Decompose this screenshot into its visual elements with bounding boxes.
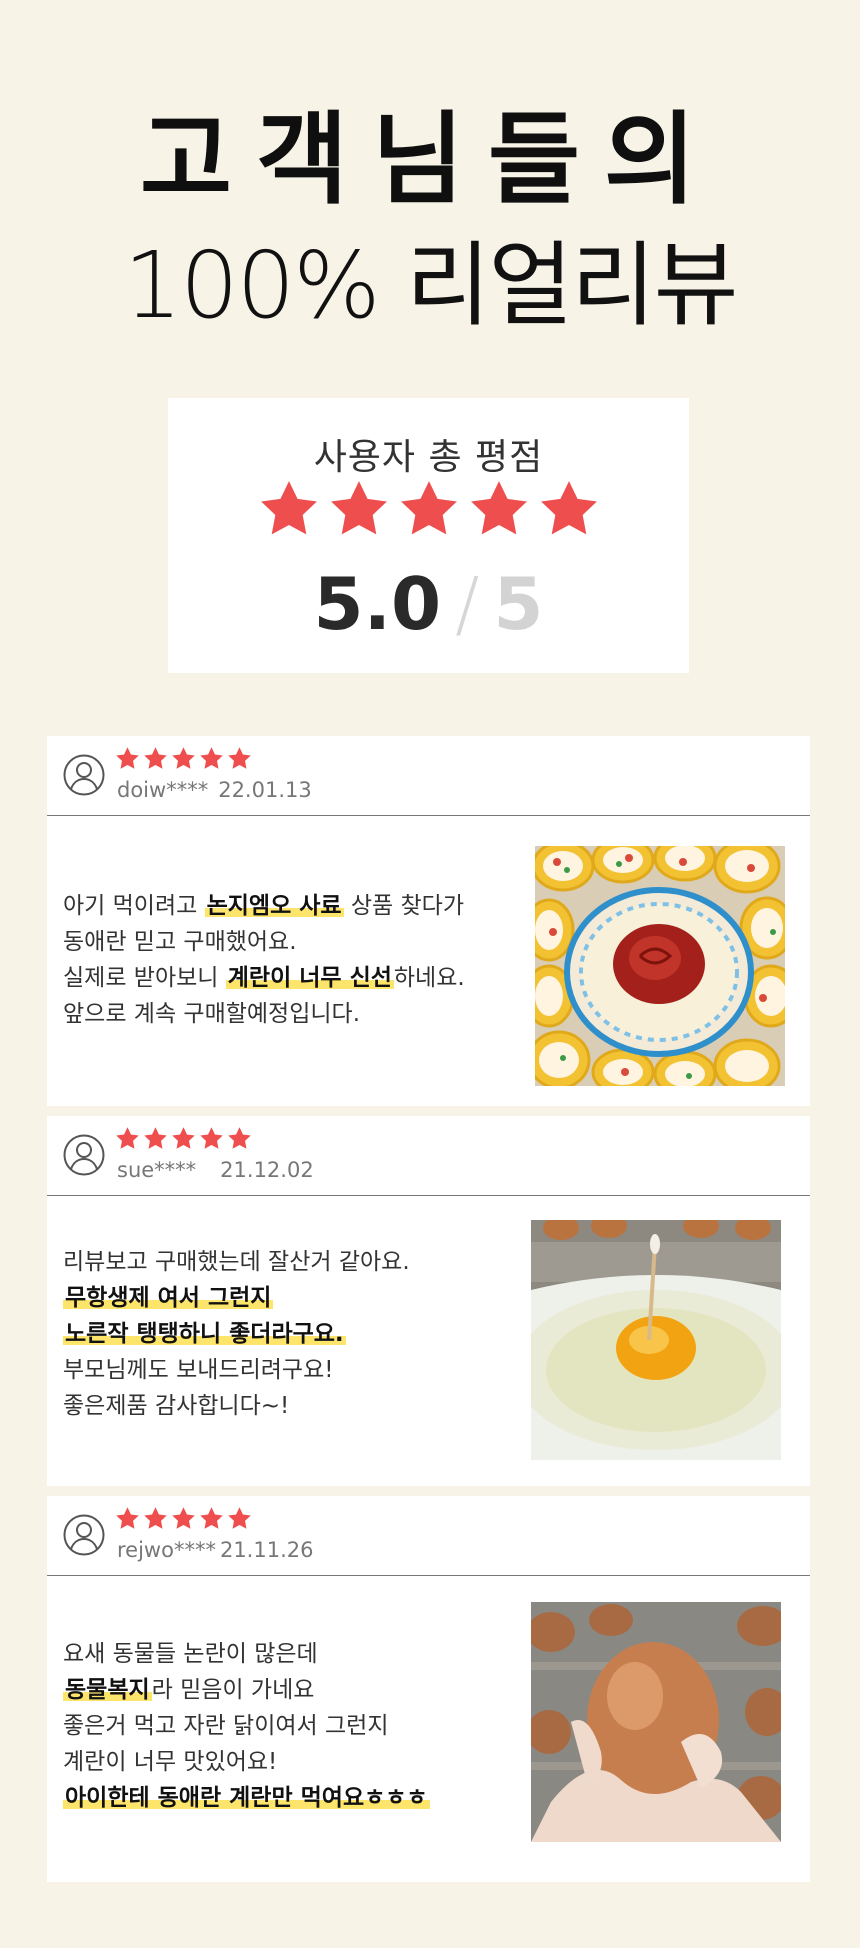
- star-icon: [143, 1126, 168, 1151]
- review-line: 좋은거 먹고 자란 닭이여서 그런지: [63, 1713, 389, 1739]
- user-avatar-icon: [63, 1134, 105, 1176]
- review-text-segment: 아기 먹이려고: [63, 893, 205, 919]
- review-highlight: 무항생제 여서 그런지: [63, 1285, 274, 1311]
- review-text-segment: 하네요.: [393, 965, 465, 991]
- user-avatar-icon: [63, 1514, 105, 1556]
- review-line: 리뷰보고 구매했는데 잘산거 같아요.: [63, 1249, 410, 1275]
- review-username: sue****: [117, 1158, 197, 1182]
- review-line: 동물복지라 믿음이 가네요: [63, 1672, 430, 1708]
- review-card: rejwo**** 21.11.26 요새 동물들 논란이 많은데 동물복지라 믿…: [47, 1496, 810, 1882]
- review-photo[interactable]: [531, 1220, 781, 1460]
- review-header: doiw**** 22.01.13: [47, 736, 810, 816]
- review-stars: [115, 1506, 252, 1531]
- review-date: 21.12.02: [220, 1158, 314, 1182]
- star-icon: [143, 746, 168, 771]
- star-icon: [199, 1506, 224, 1531]
- star-icon: [468, 478, 530, 540]
- review-text-segment: 실제로 받아보니: [63, 965, 226, 991]
- star-icon: [227, 1126, 252, 1151]
- hero-section: 고객님들의 100% 리얼리뷰: [0, 0, 860, 380]
- rating-label: 사용자 총 평점: [313, 437, 544, 478]
- star-icon: [171, 1506, 196, 1531]
- review-date: 21.11.26: [219, 1538, 314, 1562]
- star-icon: [538, 478, 600, 540]
- star-icon: [115, 1506, 140, 1531]
- review-photo[interactable]: [535, 846, 785, 1086]
- star-icon: [227, 1506, 252, 1531]
- hero-title-line2: 100% 리얼리뷰: [123, 232, 739, 339]
- hero-title-line1: 고객님들의: [140, 101, 720, 218]
- review-line: 아이한테 동애란 계란만 먹여요ㅎㅎㅎ: [63, 1780, 430, 1816]
- egg-roll-photo-icon: [535, 846, 785, 1086]
- review-body: 아기 먹이려고 논지엠오 사료 상품 찾다가 동애란 믿고 구매했어요. 실제로…: [63, 888, 465, 1032]
- review-line: 노른작 탱탱하니 좋더라구요.: [63, 1316, 410, 1352]
- review-body: 리뷰보고 구매했는데 잘산거 같아요. 무항생제 여서 그런지 노른작 탱탱하니…: [63, 1244, 410, 1424]
- review-card: doiw**** 22.01.13 아기 먹이려고 논지엠오 사료 상품 찾다가 …: [47, 736, 810, 1106]
- review-highlight: 논지엠오 사료: [204, 893, 344, 919]
- review-header: rejwo**** 21.11.26: [47, 1496, 810, 1576]
- score-separator: /: [455, 562, 480, 646]
- star-icon: [328, 478, 390, 540]
- review-line: 실제로 받아보니 계란이 너무 신선하네요.: [63, 960, 465, 996]
- review-highlight: 동물복지: [63, 1677, 152, 1703]
- raw-egg-yolk-photo-icon: [531, 1220, 781, 1460]
- review-stars: [115, 1126, 252, 1151]
- review-highlight: 계란이 너무 신선: [225, 965, 394, 991]
- review-line: 좋은제품 감사합니다~!: [63, 1393, 290, 1419]
- user-avatar-icon: [63, 754, 105, 796]
- rating-score: 5.0/5: [168, 568, 689, 640]
- hand-holding-egg-photo-icon: [531, 1602, 781, 1842]
- star-icon: [171, 1126, 196, 1151]
- review-date: 22.01.13: [218, 778, 312, 802]
- review-line: 아기 먹이려고 논지엠오 사료 상품 찾다가: [63, 888, 465, 924]
- star-icon: [258, 478, 320, 540]
- review-username: doiw****: [117, 778, 209, 802]
- review-photo[interactable]: [531, 1602, 781, 1842]
- star-icon: [199, 746, 224, 771]
- star-icon: [115, 746, 140, 771]
- star-icon: [227, 746, 252, 771]
- star-icon: [115, 1126, 140, 1151]
- star-icon: [143, 1506, 168, 1531]
- overall-rating-card: 사용자 총 평점 5.0/5: [168, 398, 689, 673]
- review-line: 앞으로 계속 구매할예정입니다.: [63, 1001, 361, 1027]
- review-line: 요새 동물들 논란이 많은데: [63, 1641, 318, 1667]
- review-meta: doiw**** 22.01.13: [117, 778, 312, 802]
- review-card: sue**** 21.12.02 리뷰보고 구매했는데 잘산거 같아요. 무항생제…: [47, 1116, 810, 1486]
- star-icon: [398, 478, 460, 540]
- review-meta: sue**** 21.12.02: [117, 1158, 314, 1182]
- review-meta: rejwo**** 21.11.26: [117, 1538, 313, 1562]
- review-username: rejwo****: [117, 1538, 216, 1562]
- review-line: 무항생제 여서 그런지: [63, 1280, 410, 1316]
- score-value: 5.0: [313, 562, 442, 646]
- review-text-segment: 상품 찾다가: [343, 893, 464, 919]
- review-line: 부모님께도 보내드리려구요!: [63, 1357, 334, 1383]
- review-body: 요새 동물들 논란이 많은데 동물복지라 믿음이 가네요 좋은거 먹고 자란 닭…: [63, 1636, 430, 1816]
- review-stars: [115, 746, 252, 771]
- score-max: 5: [493, 562, 544, 646]
- review-highlight: 노른작 탱탱하니 좋더라구요.: [63, 1321, 346, 1347]
- rating-stars: [168, 478, 689, 540]
- star-icon: [171, 746, 196, 771]
- review-line: 계란이 너무 맛있어요!: [63, 1749, 278, 1775]
- star-icon: [199, 1126, 224, 1151]
- review-header: sue**** 21.12.02: [47, 1116, 810, 1196]
- review-line: 동애란 믿고 구매했어요.: [63, 929, 297, 955]
- review-text-segment: 라 믿음이 가네요: [151, 1677, 315, 1703]
- review-highlight: 아이한테 동애란 계란만 먹여요ㅎㅎㅎ: [63, 1785, 430, 1811]
